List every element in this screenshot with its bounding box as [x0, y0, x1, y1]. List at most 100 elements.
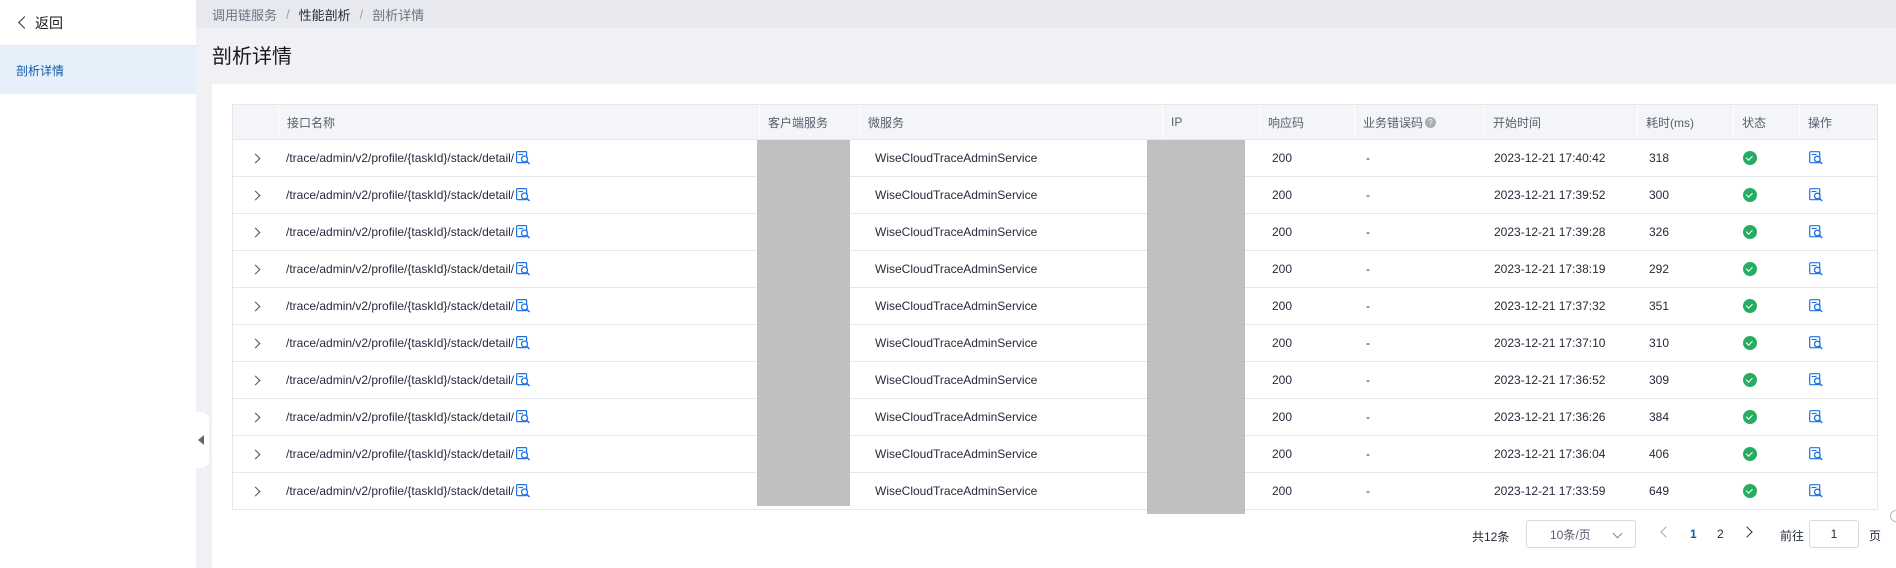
breadcrumb-item-profiling[interactable]: 性能剖析 — [299, 5, 351, 24]
status-cell — [1733, 251, 1799, 287]
view-detail-icon[interactable] — [1809, 373, 1823, 387]
table-row[interactable]: /trace/admin/v2/profile/{taskId}/stack/d… — [233, 177, 1877, 214]
table-row[interactable]: /trace/admin/v2/profile/{taskId}/stack/d… — [233, 288, 1877, 325]
view-detail-icon[interactable] — [1809, 262, 1823, 276]
operation-cell — [1799, 288, 1877, 324]
status-cell — [1733, 177, 1799, 213]
help-icon[interactable]: ? — [1425, 116, 1437, 128]
table-row[interactable]: /trace/admin/v2/profile/{taskId}/stack/d… — [233, 140, 1877, 177]
search-detail-icon[interactable] — [516, 188, 531, 202]
microservice-cell: WiseCloudTraceAdminService — [875, 262, 1038, 276]
goto-page-input[interactable] — [1809, 520, 1859, 548]
business-error-code-cell: - — [1366, 336, 1370, 350]
row-expand-toggle[interactable] — [233, 214, 278, 250]
row-expand-toggle[interactable] — [233, 325, 278, 361]
floating-handle[interactable] — [1890, 510, 1896, 522]
view-detail-icon[interactable] — [1809, 484, 1823, 498]
business-error-code-cell: - — [1366, 447, 1370, 461]
view-detail-icon[interactable] — [1809, 225, 1823, 239]
table-row[interactable]: /trace/admin/v2/profile/{taskId}/stack/d… — [233, 399, 1877, 436]
header-client-service: 客户端服务 — [759, 105, 859, 139]
response-code-cell: 200 — [1272, 262, 1293, 276]
interface-name-cell: /trace/admin/v2/profile/{taskId}/stack/d… — [278, 214, 759, 250]
search-detail-icon[interactable] — [516, 299, 531, 313]
business-error-code-cell: - — [1366, 410, 1370, 424]
breadcrumb-separator: / — [359, 6, 364, 22]
next-page-button[interactable] — [1741, 526, 1753, 538]
table-row[interactable]: /trace/admin/v2/profile/{taskId}/stack/d… — [233, 325, 1877, 362]
view-detail-icon[interactable] — [1809, 410, 1823, 424]
breadcrumb-item-current: 剖析详情 — [372, 7, 425, 23]
table-row[interactable]: /trace/admin/v2/profile/{taskId}/stack/d… — [233, 214, 1877, 251]
row-expand-toggle[interactable] — [233, 288, 278, 324]
row-expand-toggle[interactable] — [233, 436, 278, 472]
sidebar-item-profile-detail[interactable]: 剖析详情 — [0, 46, 196, 94]
view-detail-icon[interactable] — [1809, 299, 1823, 313]
page-size-value: 10条/页 — [1550, 527, 1591, 542]
breadcrumb: 调用链服务 / 性能剖析 / 剖析详情 — [196, 0, 1896, 28]
chevron-right-icon — [250, 375, 261, 385]
chevron-right-icon — [250, 338, 261, 348]
interface-name-cell: /trace/admin/v2/profile/{taskId}/stack/d… — [278, 288, 759, 324]
interface-name: /trace/admin/v2/profile/{taskId}/stack/d… — [286, 299, 515, 313]
status-cell — [1733, 288, 1799, 324]
business-error-code-cell: - — [1366, 373, 1370, 387]
view-detail-icon[interactable] — [1809, 336, 1823, 350]
header-response-code: 响应码 — [1259, 105, 1354, 139]
page-2-button[interactable]: 2 — [1717, 527, 1724, 541]
table-row[interactable]: /trace/admin/v2/profile/{taskId}/stack/d… — [233, 436, 1877, 473]
business-error-code-cell: - — [1366, 484, 1370, 498]
table-row[interactable]: /trace/admin/v2/profile/{taskId}/stack/d… — [233, 251, 1877, 288]
search-detail-icon[interactable] — [516, 151, 531, 165]
duration-cell: 292 — [1649, 262, 1670, 276]
page-1-button[interactable]: 1 — [1690, 527, 1697, 541]
check-circle-icon — [1743, 262, 1757, 276]
page-size-select[interactable]: 10条/页 — [1526, 520, 1636, 548]
header-status: 状态 — [1733, 105, 1799, 139]
start-time-cell: 2023-12-21 17:36:52 — [1494, 373, 1606, 387]
view-detail-icon[interactable] — [1809, 151, 1823, 165]
row-expand-toggle[interactable] — [233, 362, 278, 398]
interface-name-cell: /trace/admin/v2/profile/{taskId}/stack/d… — [278, 399, 759, 435]
search-detail-icon[interactable] — [516, 373, 531, 387]
search-detail-icon[interactable] — [516, 262, 531, 276]
operation-cell — [1799, 251, 1877, 287]
status-cell — [1733, 325, 1799, 361]
header-operation: 操作 — [1799, 105, 1877, 139]
row-expand-toggle[interactable] — [233, 473, 278, 509]
row-expand-toggle[interactable] — [233, 140, 278, 176]
back-button[interactable]: 返回 — [0, 0, 196, 46]
sidebar-collapse-toggle[interactable] — [193, 412, 209, 468]
row-expand-toggle[interactable] — [233, 399, 278, 435]
duration-cell: 318 — [1649, 151, 1670, 165]
table-row[interactable]: /trace/admin/v2/profile/{taskId}/stack/d… — [233, 362, 1877, 399]
search-detail-icon[interactable] — [516, 225, 531, 239]
interface-name-cell: /trace/admin/v2/profile/{taskId}/stack/d… — [278, 362, 759, 398]
caret-left-icon — [198, 435, 204, 445]
table-row[interactable]: /trace/admin/v2/profile/{taskId}/stack/d… — [233, 473, 1877, 510]
interface-name-cell: /trace/admin/v2/profile/{taskId}/stack/d… — [278, 251, 759, 287]
duration-cell: 351 — [1649, 299, 1670, 313]
business-error-code-cell: - — [1366, 151, 1370, 165]
chevron-right-icon — [250, 412, 261, 422]
search-detail-icon[interactable] — [516, 484, 531, 498]
check-circle-icon — [1743, 151, 1757, 165]
start-time-cell: 2023-12-21 17:37:10 — [1494, 336, 1606, 350]
response-code-cell: 200 — [1272, 299, 1293, 313]
chevron-right-icon — [250, 449, 261, 459]
row-expand-toggle[interactable] — [233, 251, 278, 287]
business-error-code-cell: - — [1366, 262, 1370, 276]
search-detail-icon[interactable] — [516, 336, 531, 350]
prev-page-button[interactable] — [1660, 526, 1672, 538]
view-detail-icon[interactable] — [1809, 188, 1823, 202]
search-detail-icon[interactable] — [516, 447, 531, 461]
row-expand-toggle[interactable] — [233, 177, 278, 213]
microservice-cell: WiseCloudTraceAdminService — [875, 373, 1038, 387]
microservice-cell: WiseCloudTraceAdminService — [875, 336, 1038, 350]
duration-cell: 326 — [1649, 225, 1670, 239]
view-detail-icon[interactable] — [1809, 447, 1823, 461]
breadcrumb-item-trace-service[interactable]: 调用链服务 — [212, 5, 277, 24]
start-time-cell: 2023-12-21 17:36:26 — [1494, 410, 1606, 424]
search-detail-icon[interactable] — [516, 410, 531, 424]
response-code-cell: 200 — [1272, 225, 1293, 239]
